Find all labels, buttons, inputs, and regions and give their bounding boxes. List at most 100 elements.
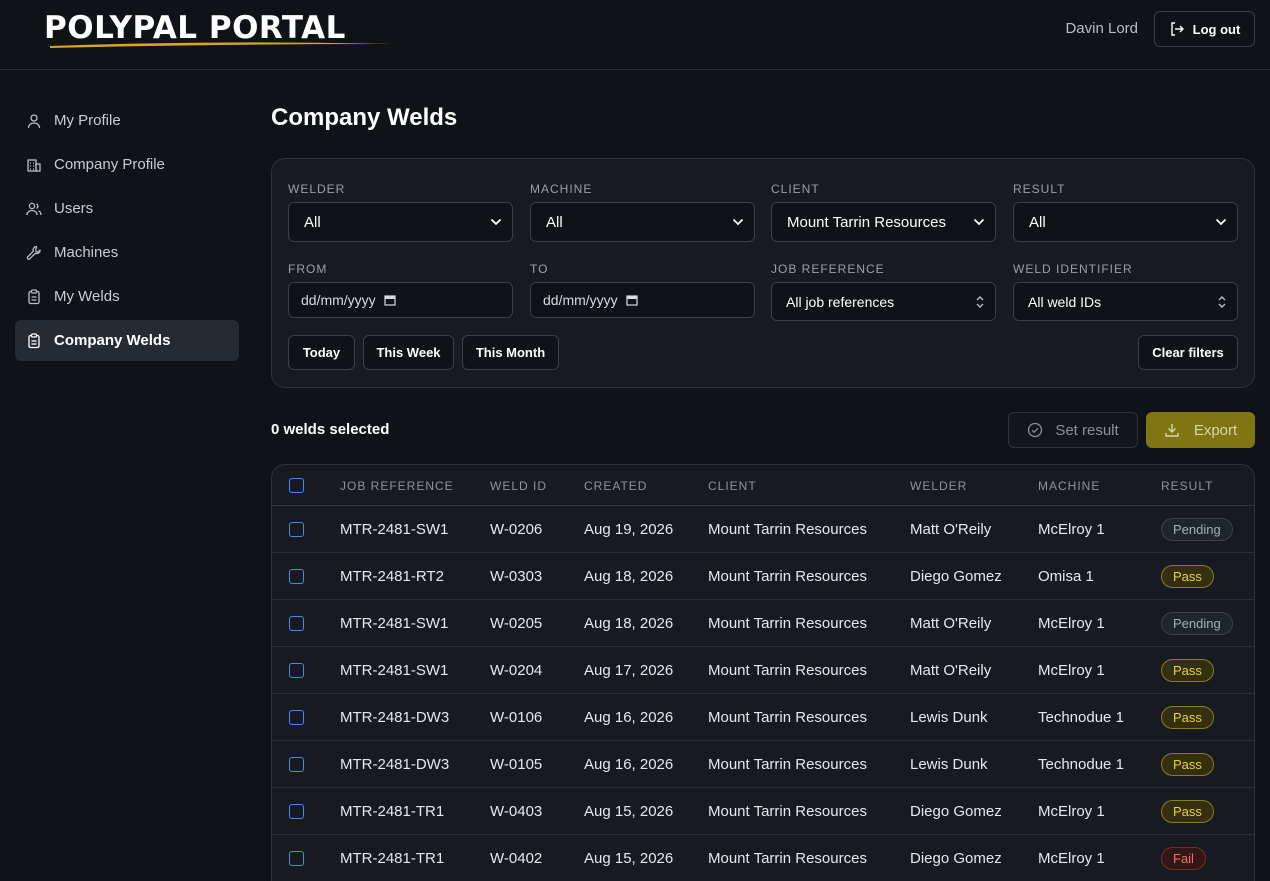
machine-filter: MACHINE All xyxy=(530,182,755,242)
row-checkbox[interactable] xyxy=(289,616,304,631)
job-reference-cell: MTR-2481-RT2 xyxy=(340,568,444,585)
job-reference-value: All job references xyxy=(786,293,895,310)
welder-cell: Lewis Dunk xyxy=(910,709,988,726)
weld-id-cell: W-0303 xyxy=(490,568,543,585)
weld-id-cell: W-0204 xyxy=(490,662,543,679)
weld-identifier-filter: WELD IDENTIFIER All weld IDs xyxy=(1013,262,1238,321)
sidebar-item-company-welds[interactable]: Company Welds xyxy=(15,320,239,361)
sidebar-item-label: Company Welds xyxy=(54,332,171,349)
weld-identifier-value: All weld IDs xyxy=(1028,293,1102,310)
set-result-button[interactable]: Set result xyxy=(1008,412,1138,448)
welder-filter-label: WELDER xyxy=(288,182,346,196)
filter-panel: WELDER All MACHINE All CLIENT Mount Tarr… xyxy=(271,158,1255,388)
building-icon xyxy=(27,158,41,172)
row-checkbox[interactable] xyxy=(289,757,304,772)
clear-filters-button[interactable]: Clear filters xyxy=(1138,335,1238,370)
sidebar-item-my-welds[interactable]: My Welds xyxy=(15,276,239,317)
download-icon xyxy=(1165,424,1179,437)
row-checkbox[interactable] xyxy=(289,569,304,584)
machine-cell: McElroy 1 xyxy=(1038,521,1105,538)
polypal-logo[interactable]: POLYPAL PORTAL xyxy=(44,8,394,50)
client-cell: Mount Tarrin Resources xyxy=(708,615,867,632)
welder-select[interactable]: All xyxy=(288,202,513,242)
machine-select[interactable]: All xyxy=(530,202,755,242)
clipboard-icon xyxy=(28,332,40,348)
result-select[interactable]: All xyxy=(1013,202,1238,242)
table-row[interactable]: MTR-2481-DW3 W-0105 Aug 16, 2026 Mount Tarr… xyxy=(272,741,1254,788)
created-cell: Aug 18, 2026 xyxy=(584,615,674,632)
export-button[interactable]: Export xyxy=(1146,412,1255,448)
row-checkbox[interactable] xyxy=(289,851,304,866)
table-row[interactable]: MTR-2481-SW1 W-0205 Aug 18, 2026 Mount Tarr… xyxy=(272,600,1254,647)
table-row[interactable]: MTR-2481-SW1 W-0204 Aug 17, 2026 Mount Tarr… xyxy=(272,647,1254,694)
created-cell: Aug 19, 2026 xyxy=(584,521,674,538)
weld-id-cell: W-0106 xyxy=(490,709,543,726)
to-date-input[interactable]: dd/mm/yyyy xyxy=(530,282,755,318)
user-icon xyxy=(27,113,41,128)
column-header-result[interactable]: RESULT xyxy=(1161,479,1213,493)
column-header-job-reference[interactable]: JOB REFERENCE xyxy=(340,479,454,493)
today-button[interactable]: Today xyxy=(288,335,355,370)
client-cell: Mount Tarrin Resources xyxy=(708,521,867,538)
created-cell: Aug 15, 2026 xyxy=(584,850,674,867)
select-all-checkbox[interactable] xyxy=(289,478,304,493)
logout-button[interactable]: Log out xyxy=(1154,11,1255,47)
created-cell: Aug 16, 2026 xyxy=(584,756,674,773)
sidebar-item-company-profile[interactable]: Company Profile xyxy=(15,144,239,185)
calendar-icon[interactable] xyxy=(384,294,396,306)
to-date-label: TO xyxy=(530,262,549,276)
this-week-button[interactable]: This Week xyxy=(363,335,454,370)
page-title: Company Welds xyxy=(271,104,458,131)
welder-cell: Matt O'Reily xyxy=(910,615,992,632)
job-reference-cell: MTR-2481-SW1 xyxy=(340,662,449,679)
welder-cell: Matt O'Reily xyxy=(910,662,992,679)
to-date-placeholder: dd/mm/yyyy xyxy=(543,292,618,308)
sidebar-item-machines[interactable]: Machines xyxy=(15,232,239,273)
weld-id-cell: W-0402 xyxy=(490,850,543,867)
column-header-machine[interactable]: MACHINE xyxy=(1038,479,1100,493)
selection-count: 0 welds selected xyxy=(271,421,390,438)
job-reference-label: JOB REFERENCE xyxy=(771,262,885,276)
table-row[interactable]: MTR-2481-DW3 W-0106 Aug 16, 2026 Mount Tarr… xyxy=(272,694,1254,741)
machine-cell: Technodue 1 xyxy=(1038,709,1124,726)
machine-cell: McElroy 1 xyxy=(1038,850,1105,867)
row-checkbox[interactable] xyxy=(289,804,304,819)
sidebar-item-my-profile[interactable]: My Profile xyxy=(15,100,239,141)
job-reference-cell: MTR-2481-DW3 xyxy=(340,709,450,726)
welds-table: JOB REFERENCE WELD ID CREATED CLIENT WEL… xyxy=(271,464,1255,881)
job-reference-cell: MTR-2481-SW1 xyxy=(340,521,449,538)
set-result-label: Set result xyxy=(1055,421,1119,439)
from-date-input[interactable]: dd/mm/yyyy xyxy=(288,282,513,318)
sidebar-nav: My Profile Company Profile Users Machine… xyxy=(15,100,239,364)
weld-identifier-combobox[interactable]: All weld IDs xyxy=(1013,282,1238,321)
sidebar-item-users[interactable]: Users xyxy=(15,188,239,229)
column-header-weld-id[interactable]: WELD ID xyxy=(490,479,547,493)
column-header-client[interactable]: CLIENT xyxy=(708,479,757,493)
machine-cell: Omisa 1 xyxy=(1038,568,1094,585)
current-user-name: Davin Lord xyxy=(1065,20,1138,37)
calendar-icon[interactable] xyxy=(626,294,638,306)
table-row[interactable]: MTR-2481-RT2 W-0303 Aug 18, 2026 Mount Tarr… xyxy=(272,553,1254,600)
created-cell: Aug 16, 2026 xyxy=(584,709,674,726)
table-row[interactable]: MTR-2481-TR1 W-0403 Aug 15, 2026 Mount Tarr… xyxy=(272,788,1254,835)
this-month-button[interactable]: This Month xyxy=(462,335,559,370)
column-header-welder[interactable]: WELDER xyxy=(910,479,967,493)
client-filter-label: CLIENT xyxy=(771,182,820,196)
sidebar-item-label: Machines xyxy=(54,244,119,261)
logout-label: Log out xyxy=(1192,21,1241,37)
table-row[interactable]: MTR-2481-TR1 W-0402 Aug 15, 2026 Mount Tarr… xyxy=(272,835,1254,881)
row-checkbox[interactable] xyxy=(289,522,304,537)
column-header-created[interactable]: CREATED xyxy=(584,479,647,493)
row-checkbox[interactable] xyxy=(289,710,304,725)
result-status-badge: Fail xyxy=(1161,847,1206,870)
table-row[interactable]: MTR-2481-SW1 W-0206 Aug 19, 2026 Mount Tarr… xyxy=(272,506,1254,553)
client-select[interactable]: Mount Tarrin Resources xyxy=(771,202,996,242)
weld-id-cell: W-0206 xyxy=(490,521,543,538)
chevron-up-down-icon xyxy=(1218,295,1226,308)
result-status-badge: Pass xyxy=(1161,800,1214,823)
machine-cell: McElroy 1 xyxy=(1038,615,1105,632)
row-checkbox[interactable] xyxy=(289,663,304,678)
sidebar-item-label: My Welds xyxy=(54,288,120,305)
job-reference-combobox[interactable]: All job references xyxy=(771,282,996,321)
sidebar-item-label: Users xyxy=(54,200,94,217)
